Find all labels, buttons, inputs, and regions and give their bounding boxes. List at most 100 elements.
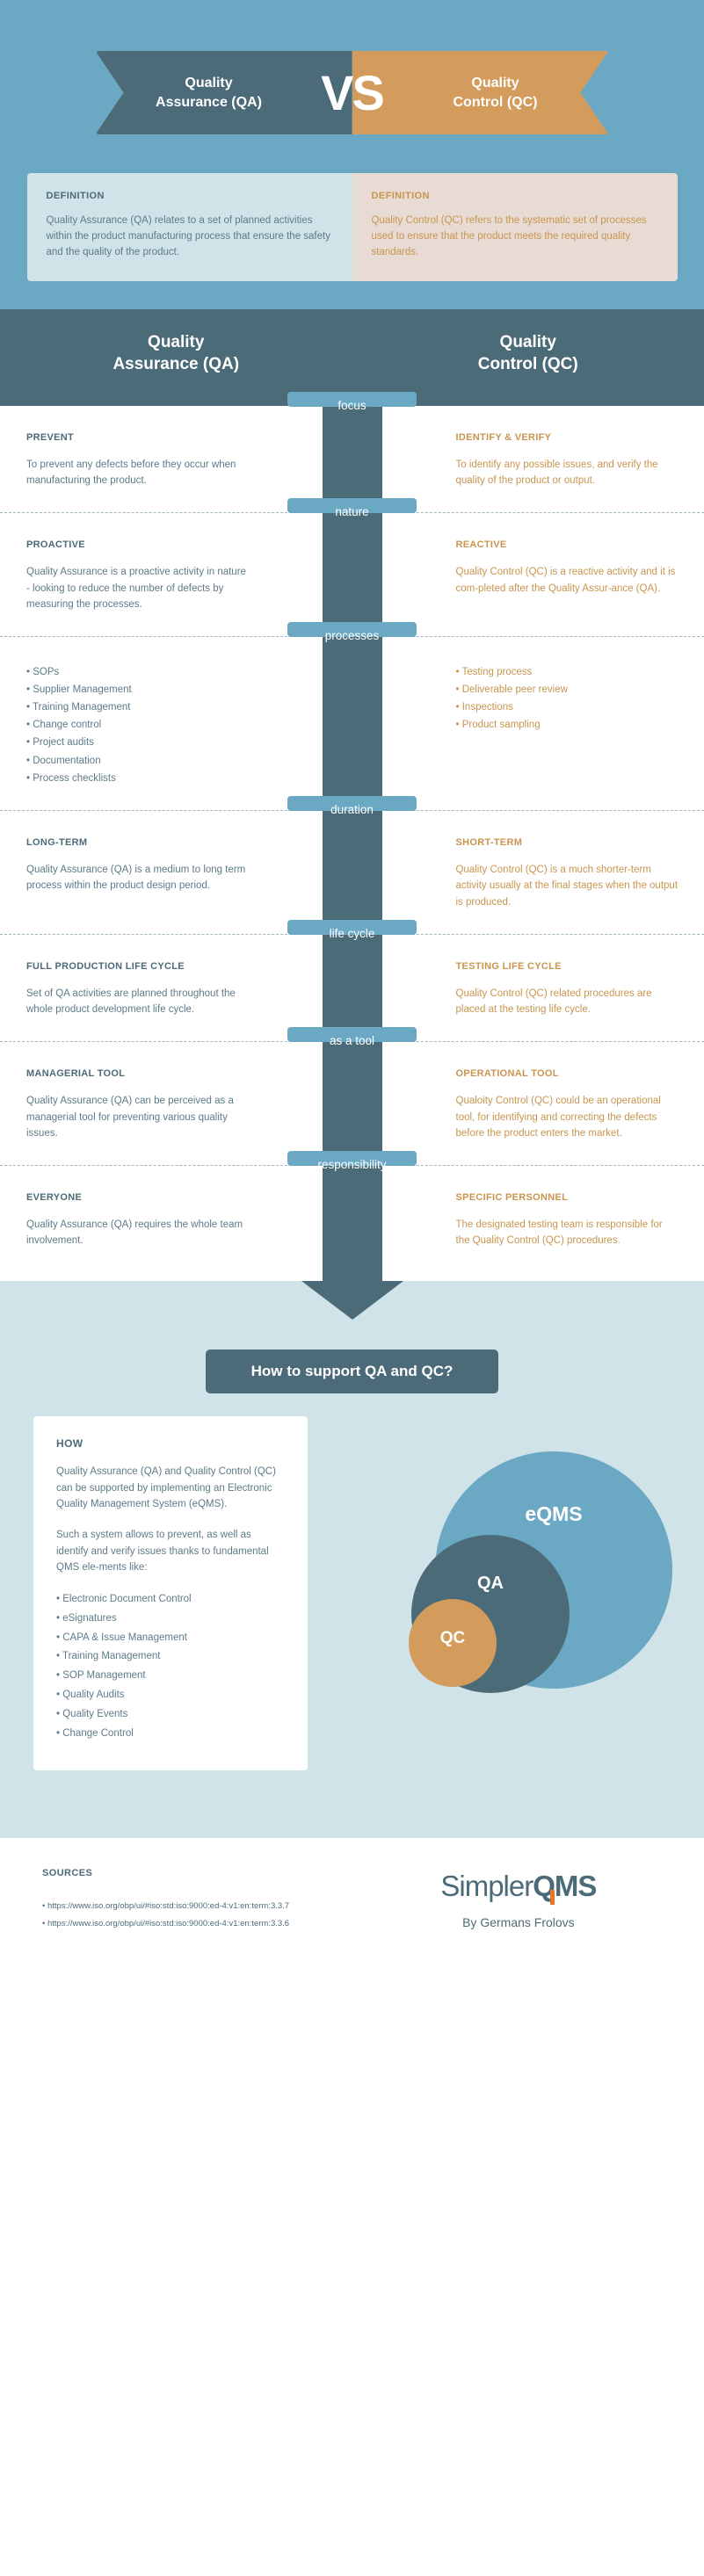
- list-item: Electronic Document Control: [56, 1590, 285, 1610]
- how-paragraph-2: Such a system allows to prevent, as well…: [56, 1529, 269, 1574]
- support-section: How to support QA and QC?: [0, 1350, 704, 1417]
- logo-accent-bar-icon: [550, 1890, 555, 1906]
- down-arrow-icon: [301, 1281, 403, 1321]
- list-item: Product sampling: [456, 716, 679, 734]
- row-focus-qa-body: To prevent any defects before they occur…: [26, 459, 236, 487]
- row-focus-qc-body: To identify any possible issues, and ver…: [455, 459, 658, 487]
- comparison-header-qc-line1: Quality: [499, 333, 556, 352]
- list-item: Supplier Management: [26, 681, 249, 698]
- pill-processes: processes: [287, 621, 417, 642]
- comparison-row-as-a-tool: MANAGERIAL TOOL Quality Assurance (QA) c…: [0, 1040, 704, 1165]
- row-duration-qa: LONG-TERM Quality Assurance (QA) is a me…: [0, 837, 352, 911]
- comparison-body: focus PREVENT To prevent any defects bef…: [0, 391, 704, 1282]
- how-paragraph-1: Quality Assurance (QA) and Quality Contr…: [56, 1466, 276, 1510]
- row-focus-qc: IDENTIFY & VERIFY To identify any possib…: [352, 432, 704, 489]
- row-life-cycle-qa-body: Set of QA activities are planned through…: [26, 988, 236, 1016]
- how-section: eQMS QA QC HOW Quality Assurance (QA) an…: [0, 1416, 704, 1839]
- definition-card-qa: DEFINITION Quality Assurance (QA) relate…: [26, 173, 352, 282]
- list-item: Training Management: [56, 1647, 285, 1667]
- list-item[interactable]: https://www.iso.org/obp/ui/#iso:std:iso:…: [42, 1915, 368, 1932]
- definition-qc-label: DEFINITION: [371, 191, 430, 201]
- vs-label: VS: [321, 64, 385, 120]
- circle-eqms-label: eQMS: [525, 1502, 583, 1526]
- row-as-a-tool-qc-title: OPERATIONAL TOOL: [455, 1067, 559, 1079]
- definitions-row: DEFINITION Quality Assurance (QA) relate…: [26, 173, 678, 282]
- pill-as-a-tool: as a tool: [287, 1026, 417, 1047]
- byline: By Germans Frolovs: [462, 1915, 575, 1930]
- pill-focus: focus: [287, 391, 417, 412]
- list-item[interactable]: https://www.iso.org/obp/ui/#iso:std:iso:…: [42, 1898, 368, 1914]
- circle-qa-label: QA: [477, 1574, 504, 1594]
- comparison-row-life-cycle: FULL PRODUCTION LIFE CYCLE Set of QA act…: [0, 933, 704, 1041]
- comparison-row-focus: PREVENT To prevent any defects before th…: [0, 406, 704, 512]
- comparison-header-qa: Quality Assurance (QA): [0, 332, 352, 375]
- comparison-row-responsibility: EVERYONE Quality Assurance (QA) requires…: [0, 1164, 704, 1272]
- row-life-cycle-qa: FULL PRODUCTION LIFE CYCLE Set of QA act…: [0, 961, 352, 1018]
- row-as-a-tool-qa-title: MANAGERIAL TOOL: [26, 1067, 126, 1079]
- comparison-row-duration: LONG-TERM Quality Assurance (QA) is a me…: [0, 809, 704, 934]
- comparison-header-qa-line1: Quality: [148, 333, 205, 352]
- row-as-a-tool-qa-body: Quality Assurance (QA) can be perceived …: [26, 1095, 234, 1140]
- row-processes-qa: SOPsSupplier ManagementTraining Manageme…: [0, 663, 352, 787]
- list-item: Change control: [26, 716, 249, 734]
- row-duration-qc-body: Quality Control (QC) is a much shorter-t…: [455, 864, 679, 908]
- comparison-row-nature: PROACTIVE Quality Assurance is a proacti…: [0, 512, 704, 636]
- list-item: Quality Events: [56, 1705, 285, 1725]
- infographic-page: Quality Assurance (QA) Quality Control (…: [0, 0, 704, 1967]
- row-responsibility-qc-body: The designated testing team is responsib…: [455, 1219, 663, 1247]
- row-responsibility-qa-body: Quality Assurance (QA) requires the whol…: [26, 1219, 243, 1247]
- row-life-cycle-qc-body: Quality Control (QC) related procedures …: [455, 988, 652, 1016]
- definitions-section: DEFINITION Quality Assurance (QA) relate…: [0, 173, 704, 310]
- circle-qc-label: QC: [439, 1629, 466, 1648]
- spine-arrow-section: [0, 1281, 704, 1350]
- list-item: Documentation: [26, 752, 249, 770]
- footer: SOURCES https://www.iso.org/obp/ui/#iso:…: [0, 1838, 704, 1967]
- sources-list[interactable]: https://www.iso.org/obp/ui/#iso:std:iso:…: [42, 1898, 368, 1932]
- logo-bold-text: QMS: [533, 1870, 597, 1903]
- ribbon-qa-title: Quality Assurance (QA): [156, 74, 262, 112]
- list-item: eSignatures: [56, 1610, 285, 1629]
- list-item: SOPs: [26, 663, 249, 681]
- row-focus-qc-title: IDENTIFY & VERIFY: [455, 431, 552, 443]
- ribbon-qa-line2: Assurance (QA): [156, 94, 262, 110]
- list-item: Quality Audits: [56, 1686, 285, 1705]
- sources-title: SOURCES: [42, 1868, 93, 1879]
- footer-sources: SOURCES https://www.iso.org/obp/ui/#iso:…: [42, 1868, 368, 1932]
- row-duration-qc: SHORT-TERM Quality Control (QC) is a muc…: [352, 837, 704, 911]
- comparison-header-qc: Quality Control (QC): [352, 332, 704, 375]
- row-life-cycle-qc-title: TESTING LIFE CYCLE: [455, 960, 562, 972]
- support-question-button[interactable]: How to support QA and QC?: [205, 1350, 499, 1394]
- list-item: Project audits: [26, 734, 249, 751]
- row-processes-qc-list: Testing processDeliverable peer reviewIn…: [456, 663, 679, 734]
- row-focus-qa: PREVENT To prevent any defects before th…: [0, 432, 352, 489]
- row-responsibility-qc-title: SPECIFIC PERSONNEL: [455, 1191, 569, 1203]
- list-item: Deliverable peer review: [456, 681, 679, 698]
- comparison-row-processes: SOPsSupplier ManagementTraining Manageme…: [0, 635, 704, 810]
- pill-responsibility: responsibility: [287, 1150, 417, 1171]
- ribbon-qc-title: Quality Control (QC): [454, 74, 538, 112]
- simplerqms-logo: SimplerQMS: [440, 1870, 597, 1906]
- row-life-cycle-qa-title: FULL PRODUCTION LIFE CYCLE: [26, 960, 185, 972]
- pill-life-cycle: life cycle: [287, 919, 417, 940]
- row-as-a-tool-qc-body: Qualoity Control (QC) could be an operat…: [455, 1095, 661, 1140]
- row-nature-qa: PROACTIVE Quality Assurance is a proacti…: [0, 539, 352, 613]
- row-as-a-tool-qc: OPERATIONAL TOOL Qualoity Control (QC) c…: [352, 1068, 704, 1142]
- comparison-header-qc-line2: Control (QC): [477, 355, 578, 374]
- how-card-title: HOW: [56, 1437, 83, 1451]
- row-nature-qc-body: Quality Control (QC) is a reactive activ…: [455, 567, 676, 594]
- how-feature-list: Electronic Document ControleSignaturesCA…: [56, 1590, 285, 1744]
- definition-qa-label: DEFINITION: [46, 191, 105, 201]
- row-duration-qa-title: LONG-TERM: [26, 836, 88, 848]
- top-banner: Quality Assurance (QA) Quality Control (…: [0, 0, 704, 173]
- row-duration-qc-title: SHORT-TERM: [455, 836, 523, 848]
- row-responsibility-qa-title: EVERYONE: [26, 1191, 83, 1203]
- row-focus-qa-title: PREVENT: [26, 431, 75, 443]
- footer-brand: SimplerQMS By Germans Frolovs: [368, 1868, 669, 1929]
- row-processes-qc: Testing processDeliverable peer reviewIn…: [352, 663, 704, 787]
- ribbon-qc-half: Quality Control (QC): [352, 51, 609, 134]
- row-responsibility-qa: EVERYONE Quality Assurance (QA) requires…: [0, 1192, 352, 1249]
- row-nature-qc: REACTIVE Quality Control (QC) is a react…: [352, 539, 704, 613]
- definition-qc-text: Quality Control (QC) refers to the syste…: [371, 215, 647, 257]
- definition-card-qc: DEFINITION Quality Control (QC) refers t…: [352, 173, 678, 282]
- ribbon-qa-half: Quality Assurance (QA): [95, 51, 352, 134]
